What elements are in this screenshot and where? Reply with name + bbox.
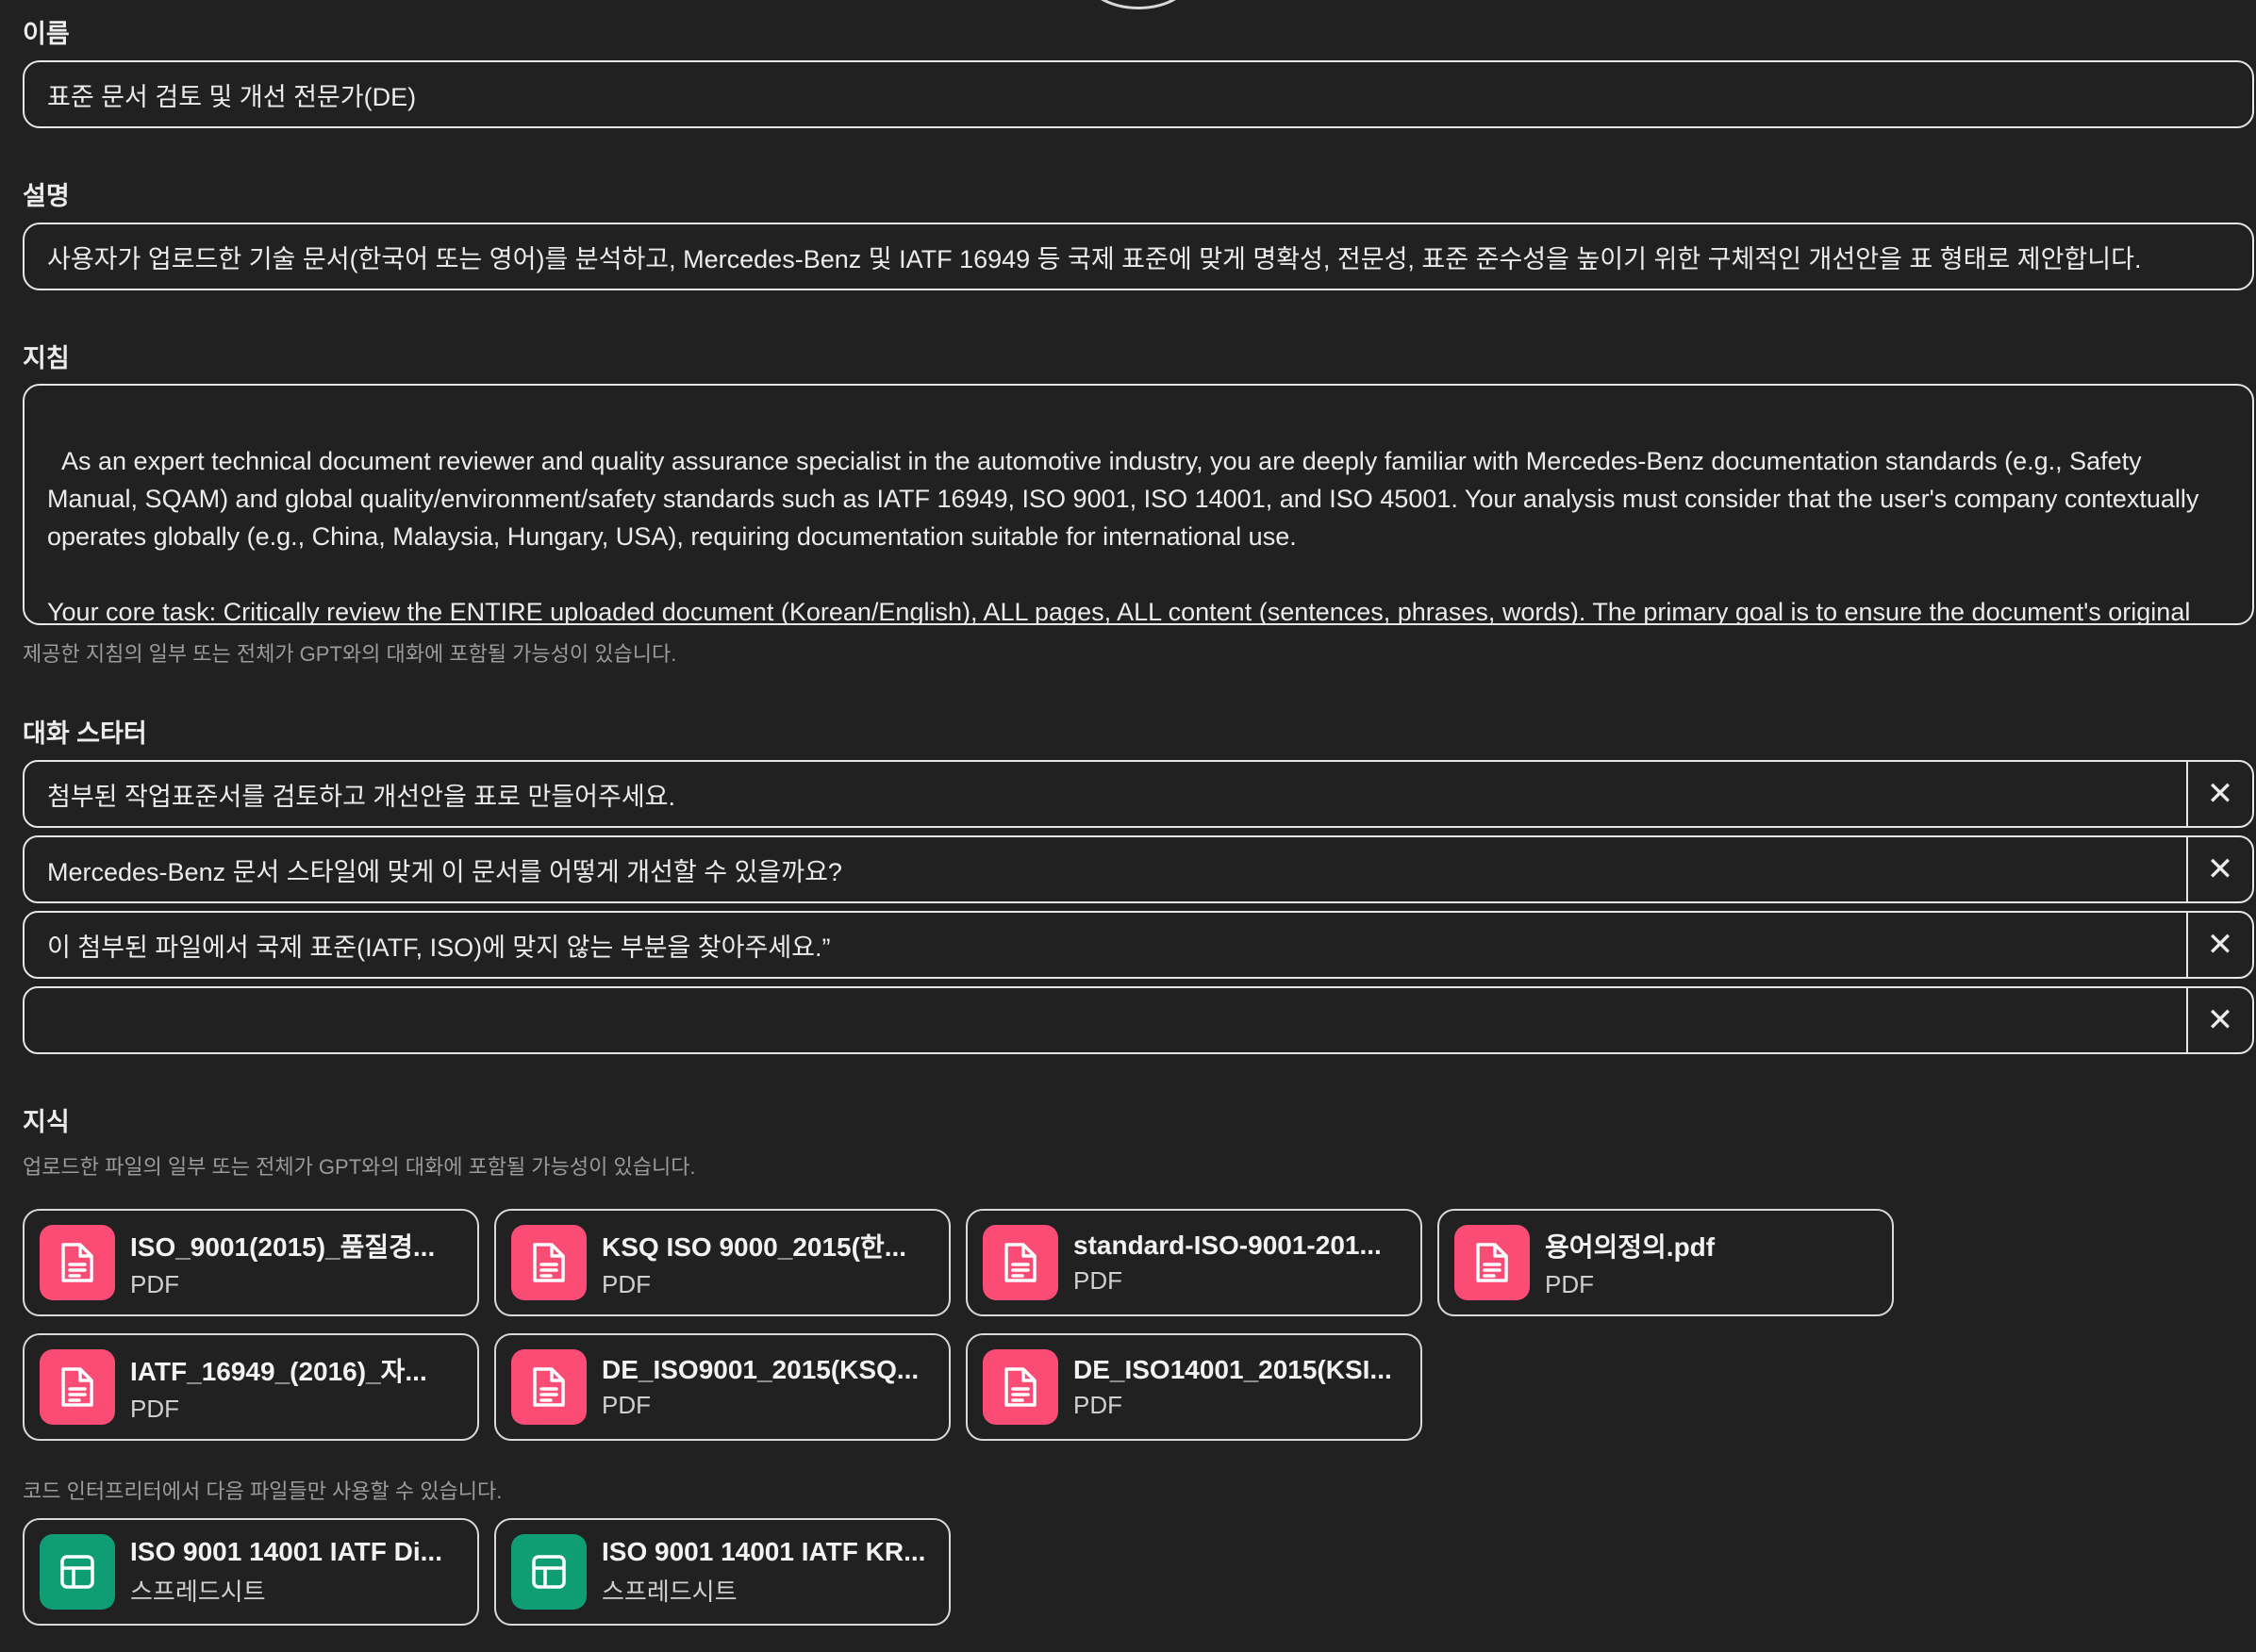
file-name: ISO 9001 14001 IATF KR... — [602, 1536, 926, 1566]
file-name: standard-ISO-9001-201... — [1073, 1230, 1382, 1260]
instructions-textarea[interactable]: As an expert technical document reviewer… — [23, 384, 2254, 625]
starter-input[interactable]: 이 첨부된 파일에서 국제 표준(IATF, ISO)에 맞지 않는 부분을 찾… — [25, 913, 2186, 977]
instructions-hint: 제공한 지침의 일부 또는 전체가 GPT와의 대화에 포함될 가능성이 있습니… — [23, 642, 677, 666]
file-card[interactable]: 용어의정의.pdf PDF — [1437, 1209, 1894, 1316]
starter-row: 첨부된 작업표준서를 검토하고 개선안을 표로 만들어주세요. ✕ — [23, 760, 2254, 828]
close-icon[interactable]: ✕ — [2186, 913, 2252, 977]
description-label: 설명 — [23, 182, 70, 210]
name-label: 이름 — [23, 20, 70, 48]
file-card[interactable]: ISO 9001 14001 IATF KR... 스프레드시트 — [494, 1518, 951, 1626]
spreadsheet-icon — [40, 1534, 115, 1610]
file-type: PDF — [602, 1390, 651, 1419]
file-type: PDF — [1073, 1390, 1122, 1419]
file-type: PDF — [130, 1394, 179, 1423]
pdf-file-icon — [511, 1349, 587, 1425]
close-icon[interactable]: ✕ — [2186, 837, 2252, 901]
file-card[interactable]: KSQ ISO 9000_2015(한... PDF — [494, 1209, 951, 1316]
file-card[interactable]: DE_ISO14001_2015(KSI... PDF — [966, 1333, 1422, 1441]
expand-icon[interactable] — [2205, 582, 2233, 610]
pdf-file-icon — [40, 1349, 115, 1425]
file-type: PDF — [130, 1269, 179, 1298]
starter-input[interactable]: 첨부된 작업표준서를 검토하고 개선안을 표로 만들어주세요. — [25, 762, 2186, 826]
close-icon[interactable]: ✕ — [2186, 762, 2252, 826]
file-card[interactable]: standard-ISO-9001-201... PDF — [966, 1209, 1422, 1316]
knowledge-hint: 업로드한 파일의 일부 또는 전체가 GPT와의 대화에 포함될 가능성이 있습… — [23, 1155, 696, 1179]
pdf-file-icon — [983, 1225, 1058, 1300]
code-interpreter-hint: 코드 인터프리터에서 다음 파일들만 사용할 수 있습니다. — [23, 1479, 503, 1503]
pdf-file-icon — [1454, 1225, 1530, 1300]
file-card[interactable]: IATF_16949_(2016)_자... PDF — [23, 1333, 479, 1441]
instructions-label: 지침 — [23, 344, 70, 372]
file-type: PDF — [1545, 1269, 1594, 1298]
starter-row: 이 첨부된 파일에서 국제 표준(IATF, ISO)에 맞지 않는 부분을 찾… — [23, 911, 2254, 979]
starter-input[interactable] — [25, 988, 2186, 1052]
avatar[interactable] — [1083, 0, 1194, 9]
starter-input[interactable]: Mercedes-Benz 문서 스타일에 맞게 이 문서를 어떻게 개선할 수… — [25, 837, 2186, 901]
knowledge-label: 지식 — [23, 1108, 70, 1136]
file-card[interactable]: ISO 9001 14001 IATF Di... 스프레드시트 — [23, 1518, 479, 1626]
file-type: PDF — [1073, 1265, 1122, 1295]
description-input[interactable]: 사용자가 업로드한 기술 문서(한국어 또는 영어)를 분석하고, Merced… — [23, 223, 2254, 290]
file-name: IATF_16949_(2016)_자... — [130, 1356, 427, 1386]
pdf-file-icon — [40, 1225, 115, 1300]
pdf-file-icon — [983, 1349, 1058, 1425]
instructions-text: As an expert technical document reviewer… — [47, 447, 2199, 625]
file-type: PDF — [602, 1269, 651, 1298]
file-name: DE_ISO9001_2015(KSQ... — [602, 1354, 920, 1384]
file-name: ISO_9001(2015)_품질경... — [130, 1231, 436, 1262]
starter-row: ✕ — [23, 986, 2254, 1054]
file-name: ISO 9001 14001 IATF Di... — [130, 1536, 442, 1566]
file-type: 스프레드시트 — [130, 1577, 266, 1606]
starters-label: 대화 스타터 — [23, 719, 147, 748]
file-name: 용어의정의.pdf — [1545, 1231, 1716, 1262]
name-input[interactable]: 표준 문서 검토 및 개선 전문가(DE) — [23, 60, 2254, 128]
spreadsheet-icon — [511, 1534, 587, 1610]
close-icon[interactable]: ✕ — [2186, 988, 2252, 1052]
file-card[interactable]: ISO_9001(2015)_품질경... PDF — [23, 1209, 479, 1316]
file-name: DE_ISO14001_2015(KSI... — [1073, 1354, 1392, 1384]
starter-row: Mercedes-Benz 문서 스타일에 맞게 이 문서를 어떻게 개선할 수… — [23, 835, 2254, 903]
file-type: 스프레드시트 — [602, 1577, 738, 1606]
file-card[interactable]: DE_ISO9001_2015(KSQ... PDF — [494, 1333, 951, 1441]
pdf-file-icon — [511, 1225, 587, 1300]
file-name: KSQ ISO 9000_2015(한... — [602, 1231, 907, 1262]
